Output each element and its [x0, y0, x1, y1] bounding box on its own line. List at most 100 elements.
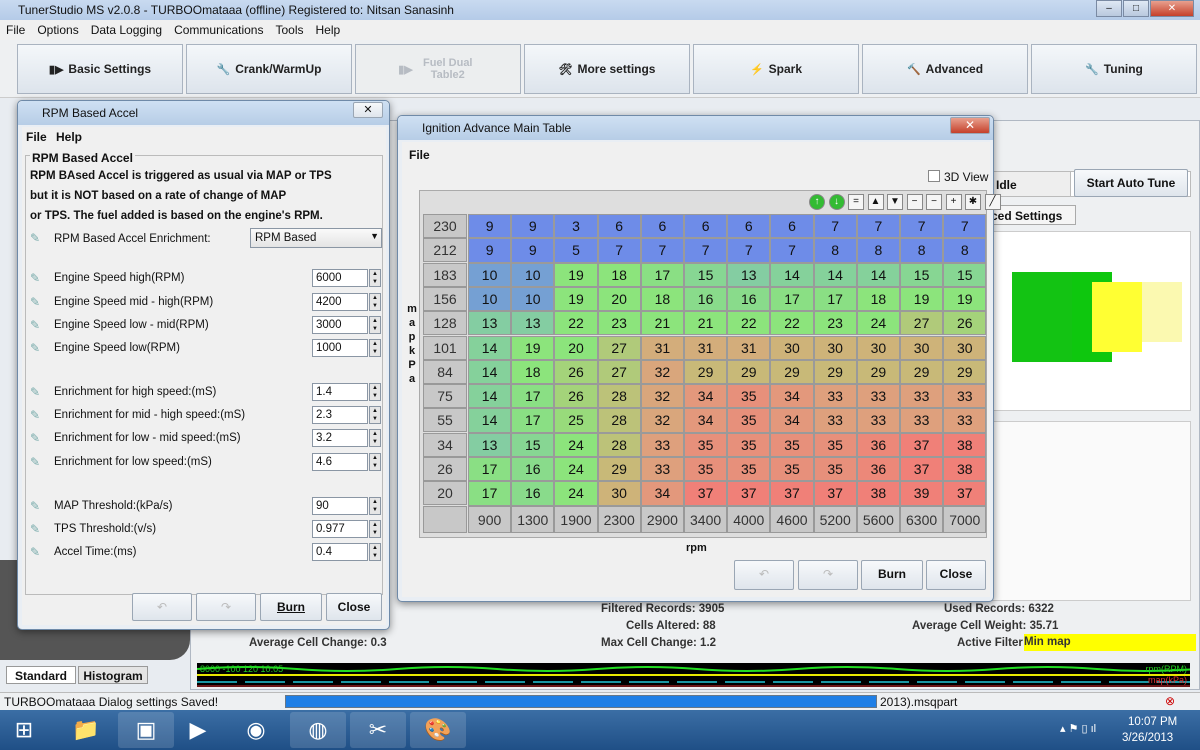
- rpm-axis-label[interactable]: 5600: [856, 505, 900, 533]
- spinner[interactable]: ▲ ▼: [369, 497, 381, 515]
- paint-icon[interactable]: 🎨: [410, 712, 466, 748]
- table-cell[interactable]: 7: [770, 238, 814, 263]
- spinner[interactable]: ▲ ▼: [369, 339, 381, 357]
- table-cell[interactable]: 27: [900, 311, 944, 336]
- table-cell[interactable]: 15: [511, 432, 555, 457]
- tray-icons[interactable]: ▴ ⚑ ▯ ıl: [1060, 722, 1096, 735]
- burn-button[interactable]: Burn: [861, 560, 923, 590]
- table-cell[interactable]: 37: [684, 481, 728, 506]
- table-cell[interactable]: 29: [770, 359, 814, 385]
- table-cell[interactable]: 38: [856, 481, 900, 506]
- table-cell[interactable]: 37: [900, 457, 944, 482]
- table-cell[interactable]: 30: [943, 335, 987, 360]
- map-axis-label[interactable]: 55: [423, 408, 467, 433]
- table-cell[interactable]: 23: [597, 311, 641, 336]
- table-cell[interactable]: 37: [813, 481, 857, 506]
- table-cell[interactable]: 33: [640, 432, 684, 457]
- table-cell[interactable]: 29: [813, 359, 857, 385]
- map-axis-label[interactable]: 156: [423, 286, 467, 311]
- rpm-axis-label[interactable]: 6300: [900, 505, 944, 533]
- table-cell[interactable]: 6: [640, 214, 684, 239]
- table-cell[interactable]: 24: [856, 311, 900, 336]
- table-cell[interactable]: 14: [468, 408, 512, 433]
- table-cell[interactable]: 10: [468, 262, 512, 287]
- table-cell[interactable]: 24: [554, 481, 598, 506]
- table-cell[interactable]: 8: [813, 238, 857, 263]
- map-axis-label[interactable]: 183: [423, 262, 467, 287]
- table-cell[interactable]: 10: [511, 286, 555, 312]
- set-equal-icon[interactable]: =: [848, 194, 864, 210]
- toolbar-more-settings-button[interactable]: 🛠 More settings: [524, 44, 690, 94]
- table-cell[interactable]: 32: [640, 408, 684, 433]
- interpolate-icon[interactable]: ╱: [984, 194, 1001, 210]
- table-cell[interactable]: 35: [727, 457, 771, 482]
- table-cell[interactable]: 18: [856, 286, 900, 312]
- toolbar-crank-warmup-button[interactable]: 🔧 Crank/WarmUp: [186, 44, 352, 94]
- field-input[interactable]: 0.4: [312, 543, 368, 561]
- field-input[interactable]: 1.4: [312, 383, 368, 401]
- table-cell[interactable]: 14: [813, 262, 857, 287]
- toolbar-spark-button[interactable]: ⚡ Spark: [693, 44, 859, 94]
- map-axis-label[interactable]: 230: [423, 214, 467, 238]
- spinner[interactable]: ▲ ▼: [369, 429, 381, 447]
- toolbar-fuel-dual-table2-button[interactable]: ▮▶ Fuel Dual Table2: [355, 44, 521, 94]
- spinner[interactable]: ▲ ▼: [369, 453, 381, 471]
- rpm-axis-label[interactable]: 2300: [597, 505, 641, 533]
- table-cell[interactable]: 35: [727, 384, 771, 409]
- table-cell[interactable]: 30: [597, 481, 641, 506]
- table-cell[interactable]: 36: [856, 432, 900, 457]
- spinner[interactable]: ▲ ▼: [369, 520, 381, 538]
- table-cell[interactable]: 19: [943, 286, 987, 312]
- media-player-icon[interactable]: ▶: [170, 712, 226, 748]
- table-cell[interactable]: 29: [727, 359, 771, 385]
- menu-file[interactable]: File: [26, 130, 47, 144]
- table-cell[interactable]: 34: [640, 481, 684, 506]
- table-cell[interactable]: 17: [770, 286, 814, 312]
- field-input[interactable]: 90: [312, 497, 368, 515]
- table-cell[interactable]: 22: [727, 311, 771, 336]
- table-cell[interactable]: 14: [770, 262, 814, 287]
- table-cell[interactable]: 16: [511, 481, 555, 506]
- table-cell[interactable]: 18: [597, 262, 641, 287]
- table-cell[interactable]: 6: [770, 214, 814, 239]
- table-cell[interactable]: 34: [770, 408, 814, 433]
- table-cell[interactable]: 24: [554, 432, 598, 457]
- decrease-icon[interactable]: ↓: [828, 194, 845, 210]
- rpm-axis-label[interactable]: 5200: [813, 505, 857, 533]
- table-cell[interactable]: 30: [770, 335, 814, 360]
- table-cell[interactable]: 9: [468, 214, 512, 239]
- table-cell[interactable]: 13: [727, 262, 771, 287]
- toolbar-advanced-button[interactable]: 🔨 Advanced: [862, 44, 1028, 94]
- table-cell[interactable]: 38: [943, 457, 987, 482]
- table-cell[interactable]: 15: [684, 262, 728, 287]
- chrome-icon[interactable]: ◉: [228, 712, 284, 748]
- table-cell[interactable]: 26: [554, 359, 598, 385]
- map-axis-label[interactable]: 75: [423, 384, 467, 409]
- table-cell[interactable]: 39: [900, 481, 944, 506]
- table-cell[interactable]: 16: [511, 457, 555, 482]
- map-axis-label[interactable]: 20: [423, 481, 467, 506]
- table-cell[interactable]: 10: [468, 286, 512, 312]
- enrichment-select[interactable]: RPM Based ▼: [250, 228, 382, 248]
- table-cell[interactable]: 7: [943, 214, 987, 239]
- toolbar-basic-settings-button[interactable]: ▮▶ Basic Settings: [17, 44, 183, 94]
- table-cell[interactable]: 8: [900, 238, 944, 263]
- table-cell[interactable]: 35: [684, 457, 728, 482]
- table-cell[interactable]: 29: [900, 359, 944, 385]
- table-cell[interactable]: 9: [468, 238, 512, 263]
- table-cell[interactable]: 6: [727, 214, 771, 239]
- menu-options[interactable]: Options: [37, 23, 78, 37]
- 3d-view-checkbox[interactable]: [928, 170, 940, 182]
- table-cell[interactable]: 22: [554, 311, 598, 336]
- table-cell[interactable]: 22: [770, 311, 814, 336]
- table-cell[interactable]: 32: [640, 384, 684, 409]
- table-cell[interactable]: 31: [727, 335, 771, 360]
- rpm-axis-label[interactable]: 1300: [511, 505, 555, 533]
- clock-date[interactable]: 3/26/2013: [1122, 732, 1173, 744]
- table-cell[interactable]: 15: [943, 262, 987, 287]
- table-cell[interactable]: 9: [511, 238, 555, 263]
- table-cell[interactable]: 14: [468, 359, 512, 385]
- table-cell[interactable]: 7: [813, 214, 857, 239]
- table-cell[interactable]: 33: [813, 408, 857, 433]
- close-dialog-button[interactable]: Close: [326, 593, 382, 621]
